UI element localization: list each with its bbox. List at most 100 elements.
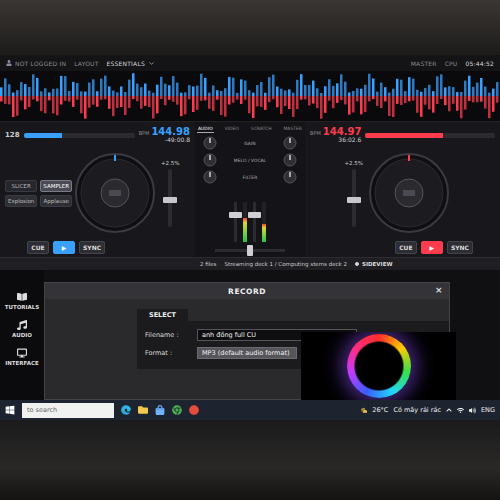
track-progress[interactable] bbox=[24, 133, 135, 138]
knob-row: FILTER bbox=[197, 170, 303, 184]
wave-bar bbox=[412, 96, 415, 101]
volume-icon[interactable] bbox=[469, 407, 476, 414]
mixer-tab[interactable]: VIDEO bbox=[224, 125, 240, 133]
wave-bar bbox=[328, 79, 331, 96]
pad-button[interactable]: Applause bbox=[40, 195, 72, 207]
wave-bar bbox=[0, 87, 3, 96]
track-progress-fill bbox=[365, 133, 443, 138]
play-button[interactable]: ▶ bbox=[421, 241, 443, 254]
sync-button[interactable]: SYNC bbox=[79, 241, 105, 254]
knob-icon[interactable] bbox=[283, 170, 297, 184]
wave-bar bbox=[476, 96, 479, 102]
wave-bar bbox=[64, 76, 67, 96]
wave-bar bbox=[236, 96, 239, 100]
store-icon[interactable] bbox=[155, 405, 165, 415]
wave-bar bbox=[76, 96, 79, 100]
audio-icon bbox=[17, 320, 27, 330]
wave-bar bbox=[260, 96, 263, 107]
wave-bar bbox=[348, 96, 351, 115]
wave-bar bbox=[468, 76, 471, 96]
folder-icon[interactable] bbox=[138, 405, 148, 415]
wave-bar bbox=[476, 83, 479, 96]
wave-bar bbox=[132, 96, 135, 99]
mixer-tab[interactable]: MASTER bbox=[282, 125, 303, 133]
crossfader-cap[interactable] bbox=[247, 245, 253, 256]
jog-wheel-icon[interactable] bbox=[368, 152, 450, 234]
pitch-thumb[interactable] bbox=[163, 197, 177, 203]
chrome-icon[interactable] bbox=[172, 405, 182, 415]
wave-bar bbox=[388, 93, 391, 96]
pad-button[interactable]: Explosion bbox=[5, 195, 37, 207]
mixer-tab[interactable]: AUDIO bbox=[197, 125, 214, 133]
sidebar-item[interactable]: AUDIO bbox=[12, 320, 32, 338]
pitch-thumb[interactable] bbox=[347, 197, 361, 203]
level-meter bbox=[243, 202, 247, 242]
chevron-down-icon bbox=[148, 60, 155, 67]
jog-wheel-icon[interactable] bbox=[74, 152, 156, 234]
track-progress[interactable] bbox=[365, 133, 495, 138]
sideview-tab[interactable]: SIDEVIEW bbox=[355, 261, 392, 267]
select-tab[interactable]: SELECT bbox=[137, 309, 188, 321]
fader-cap[interactable] bbox=[229, 212, 242, 218]
wave-bar bbox=[332, 86, 335, 96]
crossfader[interactable] bbox=[215, 249, 285, 252]
wave-bar bbox=[48, 92, 51, 96]
layout-select[interactable]: ESSENTIALS bbox=[107, 60, 155, 67]
wave-bar bbox=[52, 96, 55, 113]
wave-bar bbox=[144, 96, 147, 106]
wave-bar bbox=[228, 96, 231, 105]
wave-bar bbox=[84, 96, 87, 119]
wave-bar bbox=[144, 84, 147, 96]
knob-icon[interactable] bbox=[203, 153, 217, 167]
wave-bar bbox=[356, 88, 359, 96]
record-app-icon[interactable] bbox=[189, 405, 199, 415]
wave-bar bbox=[308, 96, 311, 105]
wave-bar bbox=[264, 93, 267, 96]
knob-icon[interactable] bbox=[203, 136, 217, 150]
edge-icon[interactable] bbox=[121, 405, 131, 415]
wave-bar bbox=[156, 85, 159, 96]
pitch-slider[interactable] bbox=[168, 169, 172, 227]
wave-bar bbox=[336, 83, 339, 96]
cue-button[interactable]: CUE bbox=[27, 241, 49, 254]
play-button[interactable]: ▶ bbox=[53, 241, 75, 254]
sync-button[interactable]: SYNC bbox=[447, 241, 473, 254]
wave-bar bbox=[248, 90, 251, 96]
wave-bar bbox=[32, 74, 35, 96]
format-select[interactable]: MP3 (default audio format) bbox=[197, 347, 297, 359]
sidebar-item[interactable]: TUTORIALS bbox=[5, 292, 40, 310]
time-value: 36:02.6 bbox=[338, 137, 361, 143]
knob-icon[interactable] bbox=[203, 170, 217, 184]
knob-icon[interactable] bbox=[283, 153, 297, 167]
wave-bar bbox=[468, 96, 471, 101]
knob-icon[interactable] bbox=[283, 136, 297, 150]
wave-bar bbox=[380, 83, 383, 96]
bpm-label: BPM bbox=[139, 131, 150, 136]
wave-bar bbox=[400, 80, 403, 96]
wave-bar bbox=[288, 89, 291, 96]
wave-bar bbox=[256, 85, 259, 96]
close-button[interactable]: × bbox=[435, 285, 443, 295]
wave-bar bbox=[244, 81, 247, 96]
pad-button[interactable]: SAMPLER bbox=[40, 180, 72, 192]
chevron-up-icon[interactable] bbox=[446, 407, 452, 413]
fader-cap[interactable] bbox=[248, 212, 261, 218]
search-box[interactable]: to search bbox=[22, 403, 114, 418]
language[interactable]: ENG bbox=[481, 406, 495, 414]
channel-fader[interactable] bbox=[234, 202, 237, 242]
wave-bar bbox=[336, 96, 339, 103]
mixer-tab[interactable]: SCRATCH bbox=[250, 125, 273, 133]
pitch-slider[interactable] bbox=[352, 169, 356, 227]
windows-icon[interactable] bbox=[5, 405, 15, 415]
wave-bar bbox=[312, 81, 315, 96]
channel-fader[interactable] bbox=[253, 202, 256, 242]
cue-button[interactable]: CUE bbox=[395, 241, 417, 254]
wave-bar bbox=[136, 84, 139, 96]
pad-button[interactable]: SLICER bbox=[5, 180, 37, 192]
login-status[interactable]: NOT LOGGED IN bbox=[6, 60, 66, 67]
sidebar-item[interactable]: INTERFACE bbox=[5, 348, 39, 366]
weather-icon[interactable] bbox=[361, 407, 368, 414]
waveform-icon bbox=[0, 96, 500, 121]
wave-bar bbox=[4, 78, 7, 96]
wifi-icon[interactable] bbox=[457, 407, 464, 414]
